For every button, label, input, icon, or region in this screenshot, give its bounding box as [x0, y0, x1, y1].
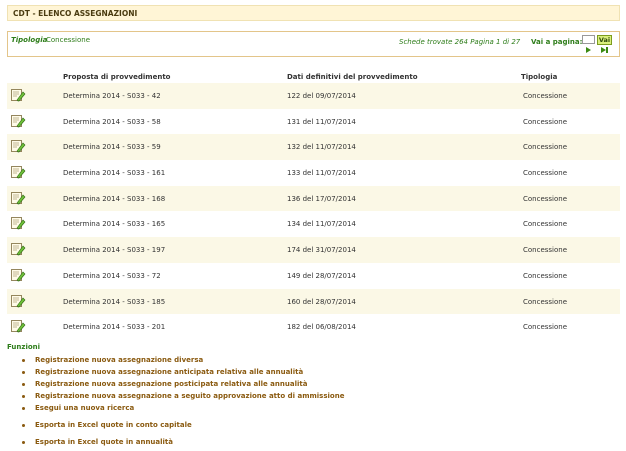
cell-dati: 122 del 09/07/2014 — [287, 92, 356, 100]
cell-proposta: Determina 2014 - S033 - 201 — [63, 323, 166, 332]
cell-proposta: Determina 2014 - S033 - 168 — [63, 194, 166, 203]
edit-document-icon[interactable] — [11, 88, 26, 102]
table-row: Determina 2014 - S033 - 59 132 del 11/07/… — [7, 134, 620, 161]
cell-dati: 182 del 06/08/2014 — [287, 323, 356, 332]
cell-proposta: Determina 2014 - S033 - 58 — [63, 117, 161, 126]
function-link-nuova-posticipata[interactable]: Registrazione nuova assegnazione postici… — [22, 380, 344, 392]
tipologia-value: Concessione — [46, 36, 91, 44]
cell-tipologia: Concessione — [523, 246, 568, 255]
table-row: Determina 2014 - S033 - 42 122 del 09/07/… — [7, 83, 620, 109]
function-link-export-annualita[interactable]: Esporta in Excel quote in annualità — [22, 438, 344, 450]
cell-proposta: Determina 2014 - S033 - 59 — [63, 143, 161, 152]
cell-proposta: Determina 2014 - S033 - 72 — [63, 271, 161, 280]
page-number-input[interactable] — [582, 35, 595, 44]
function-link-export-capitale[interactable]: Esporta in Excel quote in conto capitale — [22, 421, 344, 433]
column-header-tipologia: Tipologia — [521, 73, 558, 81]
column-header-proposta: Proposta di provvedimento — [63, 73, 171, 81]
cell-proposta: Determina 2014 - S033 - 197 — [63, 246, 166, 255]
functions-list: Registrazione nuova assegnazione diversa… — [22, 356, 344, 450]
table-row: Determina 2014 - S033 - 185 160 del 28/07… — [7, 288, 620, 315]
function-link-nuova-anticipata[interactable]: Registrazione nuova assegnazione anticip… — [22, 368, 344, 380]
page-title-bar: CDT - ELENCO ASSEGNAZIONI — [7, 5, 620, 21]
cell-dati: 136 del 17/07/2014 — [287, 194, 356, 203]
function-link-nuova-ricerca[interactable]: Esegui una nuova ricerca — [22, 404, 344, 416]
assignments-table: Determina 2014 - S033 - 42 122 del 09/07/… — [7, 83, 620, 340]
cell-tipologia: Concessione — [523, 323, 568, 332]
edit-document-icon[interactable] — [11, 191, 26, 205]
cell-dati: 132 del 11/07/2014 — [287, 143, 356, 152]
cell-proposta: Determina 2014 - S033 - 161 — [63, 169, 166, 178]
cell-dati: 131 del 11/07/2014 — [287, 117, 356, 126]
last-page-icon[interactable] — [601, 47, 608, 54]
cell-dati: 174 del 31/07/2014 — [287, 246, 356, 255]
cell-tipologia: Concessione — [523, 92, 568, 100]
table-row: Determina 2014 - S033 - 58 131 del 11/07/… — [7, 109, 620, 135]
cell-tipologia: Concessione — [523, 297, 568, 306]
cell-tipologia: Concessione — [523, 143, 568, 152]
cell-dati: 134 del 11/07/2014 — [287, 220, 356, 229]
table-row: Determina 2014 - S033 - 165 134 del 11/07… — [7, 211, 620, 237]
cell-proposta: Determina 2014 - S033 - 185 — [63, 297, 166, 306]
cell-tipologia: Concessione — [523, 117, 568, 126]
function-link-nuova-diversa[interactable]: Registrazione nuova assegnazione diversa — [22, 356, 344, 368]
function-link-nuova-ammissione[interactable]: Registrazione nuova assegnazione a segui… — [22, 392, 344, 404]
filter-box: Tipologia Concessione Schede trovate 264… — [7, 31, 620, 57]
table-row: Determina 2014 - S033 - 197 174 del 31/07… — [7, 237, 620, 263]
cell-tipologia: Concessione — [523, 169, 568, 178]
go-to-page-label: Vai a pagina: — [531, 38, 583, 46]
edit-document-icon[interactable] — [11, 242, 26, 256]
cell-tipologia: Concessione — [523, 271, 568, 280]
page-title: CDT - ELENCO ASSEGNAZIONI — [13, 9, 138, 18]
edit-document-icon[interactable] — [11, 294, 26, 308]
cell-tipologia: Concessione — [523, 194, 568, 203]
cell-proposta: Determina 2014 - S033 - 165 — [63, 220, 166, 229]
cell-dati: 149 del 28/07/2014 — [287, 271, 356, 280]
go-to-page-button[interactable]: Vai — [597, 35, 612, 45]
cell-tipologia: Concessione — [523, 220, 568, 229]
table-row: Determina 2014 - S033 - 161 133 del 11/07… — [7, 160, 620, 186]
table-row: Determina 2014 - S033 - 201 182 del 06/08… — [7, 314, 620, 340]
tipologia-label: Tipologia — [11, 36, 48, 44]
edit-document-icon[interactable] — [11, 216, 26, 230]
column-header-dati: Dati definitivi del provvedimento — [287, 73, 418, 81]
table-row: Determina 2014 - S033 - 168 136 del 17/07… — [7, 185, 620, 212]
edit-document-icon[interactable] — [11, 268, 26, 282]
next-page-icon[interactable] — [586, 47, 591, 53]
edit-document-icon[interactable] — [11, 319, 26, 333]
edit-document-icon[interactable] — [11, 165, 26, 179]
table-row: Determina 2014 - S033 - 72 149 del 28/07/… — [7, 263, 620, 289]
cell-dati: 133 del 11/07/2014 — [287, 169, 356, 178]
edit-document-icon[interactable] — [11, 139, 26, 153]
cell-dati: 160 del 28/07/2014 — [287, 297, 356, 306]
cell-proposta: Determina 2014 - S033 - 42 — [63, 92, 161, 100]
results-count: Schede trovate 264 Pagina 1 di 27 — [399, 38, 521, 46]
edit-document-icon[interactable] — [11, 114, 26, 128]
functions-title: Funzioni — [7, 343, 41, 351]
